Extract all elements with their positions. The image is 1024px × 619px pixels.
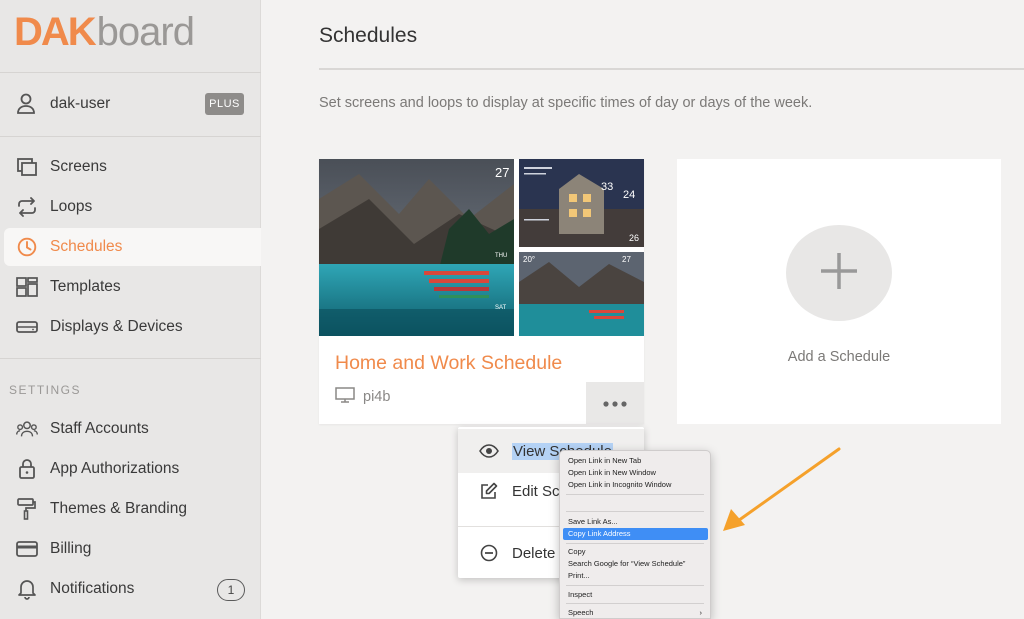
sidebar-item-displays[interactable]: Displays & Devices [0, 308, 261, 346]
divider [0, 72, 261, 73]
context-open-new-window[interactable]: Open Link in New Window [563, 467, 708, 479]
users-icon [16, 418, 38, 440]
context-save-link-as[interactable]: Save Link As... [563, 516, 708, 528]
screens-icon [16, 156, 38, 178]
sidebar-item-loops[interactable]: Loops [0, 188, 261, 226]
bell-icon [16, 578, 38, 600]
thumbnail-temperature: 20° [523, 255, 536, 264]
device-icon [16, 316, 38, 338]
thumbnail-day: SAT [495, 305, 507, 311]
chevron-right-icon: › [699, 608, 703, 617]
schedule-card[interactable]: 27 THU SAT 33 24 26 20° 27 Home and Work… [319, 159, 644, 424]
plan-badge: PLUS [205, 93, 244, 115]
lock-icon [16, 458, 38, 480]
add-schedule-card[interactable]: Add a Schedule [677, 159, 1001, 424]
sidebar-item-label: Loops [50, 198, 93, 215]
paint-roller-icon [16, 498, 38, 520]
sidebar-item-label: Templates [50, 278, 121, 295]
logo-board: board [96, 9, 195, 54]
sidebar-item-templates[interactable]: Templates [0, 268, 261, 306]
menu-item-label: Delete [512, 544, 556, 562]
page-title: Schedules [319, 24, 418, 47]
context-speech-label: Speech [568, 608, 594, 617]
schedule-more-button[interactable] [586, 382, 644, 424]
credit-card-icon [16, 538, 38, 560]
sidebar-item-label: Themes & Branding [50, 500, 187, 517]
context-divider [566, 603, 704, 604]
thumbnail-day: THU [495, 253, 508, 259]
ellipsis-icon [603, 394, 627, 412]
loop-icon [16, 196, 38, 218]
clock-icon [16, 236, 38, 258]
annotation-arrow-icon [723, 447, 841, 531]
sidebar-item-label: Schedules [50, 238, 123, 255]
context-divider [566, 585, 704, 586]
divider [0, 136, 261, 137]
context-print[interactable]: Print... [563, 570, 708, 582]
menu-item-label: Edit Sc [512, 482, 560, 500]
context-copy[interactable]: Copy [563, 546, 708, 558]
monitor-icon [335, 387, 355, 407]
screen-thumbnail-top-right: 33 24 26 [519, 159, 644, 247]
sidebar-item-screens[interactable]: Screens [0, 148, 261, 186]
thumbnail-temperature: 33 [601, 181, 614, 193]
settings-heading: SETTINGS [9, 383, 82, 397]
browser-context-menu: Open Link in New Tab Open Link in New Wi… [559, 450, 711, 619]
page-subtitle: Set screens and loops to display at spec… [319, 95, 813, 111]
thumbnail-temperature: 27 [622, 255, 631, 264]
username: dak-user [50, 95, 111, 112]
edit-icon [478, 480, 500, 502]
context-copy-link-address[interactable]: Copy Link Address [563, 528, 708, 540]
sidebar-item-label: App Authorizations [50, 460, 180, 477]
context-speech[interactable]: Speech › [563, 607, 708, 619]
context-open-incognito[interactable]: Open Link in Incognito Window [563, 479, 708, 491]
thumbnail-temperature: 27 [495, 165, 510, 180]
sidebar-item-label: Notifications [50, 580, 135, 597]
sidebar-item-staff-accounts[interactable]: Staff Accounts [0, 410, 261, 448]
sidebar-item-label: Screens [50, 158, 107, 175]
sidebar-item-billing[interactable]: Billing [0, 530, 261, 568]
user-icon [16, 93, 36, 120]
sidebar: DAK board dak-user PLUS Screens Loops Sch… [0, 0, 261, 619]
notifications-count-badge: 1 [217, 579, 245, 601]
eye-icon [478, 440, 500, 462]
dakboard-logo[interactable]: DAK board [14, 9, 195, 54]
divider [0, 358, 261, 359]
add-schedule-label: Add a Schedule [787, 349, 891, 365]
title-divider [319, 68, 1024, 70]
device-name: pi4b [363, 389, 391, 405]
sidebar-item-schedules[interactable]: Schedules [4, 228, 261, 266]
sidebar-item-label: Displays & Devices [50, 318, 183, 335]
schedule-device: pi4b [335, 387, 390, 407]
screen-thumbnail-bottom-right: 20° 27 [519, 252, 644, 336]
logo-dak: DAK [14, 9, 97, 54]
screen-thumbnail-main: 27 THU SAT [319, 159, 514, 336]
context-search-google[interactable]: Search Google for “View Schedule” [563, 558, 708, 570]
context-open-new-tab[interactable]: Open Link in New Tab [563, 455, 708, 467]
add-schedule-button[interactable] [786, 225, 892, 321]
thumbnail-temperature: 24 [623, 189, 636, 201]
sidebar-item-label: Staff Accounts [50, 420, 149, 437]
sidebar-item-app-authorizations[interactable]: App Authorizations [0, 450, 261, 488]
templates-icon [16, 276, 38, 298]
thumbnail-temperature: 26 [629, 233, 640, 243]
context-divider [566, 511, 704, 512]
schedule-preview-thumbnails[interactable]: 27 THU SAT 33 24 26 20° 27 [319, 159, 644, 336]
context-inspect[interactable]: Inspect [563, 589, 708, 601]
context-divider [566, 494, 704, 495]
plus-icon [819, 251, 859, 296]
sidebar-item-label: Billing [50, 540, 92, 557]
sidebar-item-themes-branding[interactable]: Themes & Branding [0, 490, 261, 528]
schedule-title[interactable]: Home and Work Schedule [335, 352, 562, 375]
context-divider [566, 543, 704, 544]
minus-circle-icon [478, 542, 500, 564]
